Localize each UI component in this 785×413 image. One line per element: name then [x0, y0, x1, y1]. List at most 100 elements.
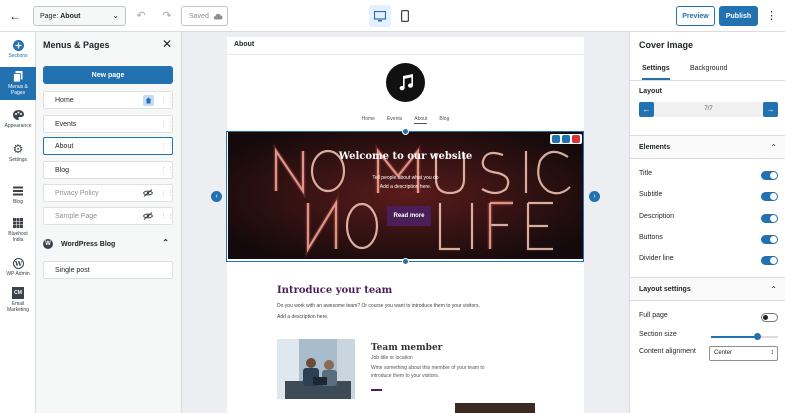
elements-section-header[interactable]: Elements ⌃	[630, 135, 785, 159]
page-item-about[interactable]: About ⋮⋮	[43, 137, 174, 155]
page-item-events[interactable]: Events ⋮⋮	[43, 115, 174, 133]
chevron-down-icon: ⌄	[112, 11, 119, 20]
pages-icon	[12, 70, 24, 82]
rail-item-appearance[interactable]: Appearance	[0, 106, 36, 138]
preview-button[interactable]: Preview	[676, 6, 715, 26]
wordpress-blog-group[interactable]: W WordPress Blog ⌃	[43, 236, 173, 252]
page-item-label: About	[55, 142, 74, 150]
drag-handle-icon[interactable]: ⋮⋮	[160, 142, 174, 151]
cover-title[interactable]: Welcome to our website	[228, 151, 583, 162]
rail-item-menus-pages[interactable]: Menus & Pages	[0, 67, 36, 100]
drag-handle-icon[interactable]: ⋮⋮	[160, 212, 174, 221]
chevron-down-icon[interactable]	[552, 135, 560, 143]
full-page-label: Full page	[639, 312, 668, 319]
office-photo-illustration	[277, 339, 355, 399]
subtitle-toggle[interactable]	[761, 192, 778, 201]
team-member-photo[interactable]	[277, 339, 355, 399]
cover-description[interactable]: Add a description here.	[228, 184, 583, 190]
page-item-privacy-policy[interactable]: Privacy Policy ⋮⋮	[43, 184, 174, 202]
page-item-sample-page[interactable]: Sample Page ⋮⋮	[43, 207, 174, 225]
undo-icon[interactable]: ↶	[134, 9, 148, 23]
chevron-updown-icon: ↕	[770, 349, 775, 356]
divider-line-toggle[interactable]	[761, 256, 778, 265]
section-size-row: Section size	[639, 331, 778, 343]
page-item-home[interactable]: Home ⋮⋮	[43, 91, 174, 109]
page-item-single-post[interactable]: Single post	[43, 261, 173, 279]
tab-background[interactable]: Background	[690, 65, 727, 72]
content-alignment-select[interactable]: Center ↕	[709, 346, 778, 361]
mobile-view-button[interactable]	[398, 5, 412, 27]
gear-icon: ⚙	[12, 142, 24, 156]
drag-handle-icon[interactable]: ⋮⋮	[160, 96, 174, 105]
nav-item-blog[interactable]: Blog	[439, 116, 449, 124]
publish-button[interactable]: Publish	[719, 6, 758, 26]
layout-value: 7/7	[704, 106, 713, 112]
rail-label: Appearance	[4, 123, 32, 129]
rail-item-blog[interactable]: Blog	[0, 182, 36, 214]
nav-item-events[interactable]: Events	[387, 116, 402, 124]
layout-settings-section-header[interactable]: Layout settings ⌃	[630, 277, 785, 301]
page-item-label: Blog	[55, 166, 70, 174]
member-name[interactable]: Team member	[371, 343, 442, 353]
cover-image-section[interactable]: Welcome to our website Tell people about…	[228, 131, 583, 259]
description-toggle[interactable]	[761, 214, 778, 223]
drag-handle-icon[interactable]: ⋮⋮	[160, 166, 174, 175]
drag-handle-icon[interactable]: ⋮⋮	[160, 189, 174, 198]
resize-handle-bottom[interactable]	[402, 258, 409, 265]
drag-handle-icon[interactable]: ⋮⋮	[160, 120, 174, 129]
slider-fill	[711, 336, 757, 338]
page-preview: About Home Events About Blog Welcome to …	[227, 37, 584, 413]
back-arrow-icon[interactable]: ←	[7, 8, 23, 24]
hidden-eye-icon	[142, 212, 154, 221]
more-options-icon[interactable]: ⋮	[766, 8, 777, 24]
element-row-title: Title	[639, 170, 778, 182]
page-heading: About	[227, 37, 584, 55]
element-row-divider-line: Divider line	[639, 255, 778, 267]
music-note-logo-icon[interactable]	[386, 63, 425, 102]
redo-icon[interactable]: ↷	[160, 9, 174, 23]
rail-item-wp-admin[interactable]: W WP Admin	[0, 254, 36, 286]
close-icon[interactable]: ✕	[162, 38, 172, 50]
team-member-photo-2[interactable]	[455, 403, 535, 413]
nav-item-home[interactable]: Home	[362, 116, 375, 124]
arrow-right-icon[interactable]: →	[763, 102, 778, 117]
page-select[interactable]: Page: About ⌄	[33, 6, 126, 26]
arrow-right-icon[interactable]: ›	[589, 191, 600, 202]
member-job-title[interactable]: Job title or location	[371, 355, 413, 361]
page-select-value: About	[60, 12, 81, 20]
chevron-up-icon: ⌃	[770, 143, 777, 152]
cm-icon: CM	[12, 287, 24, 299]
rail-item-sections[interactable]: Sections	[0, 36, 36, 68]
rail-item-bluehost-india[interactable]: Bluehost India	[0, 214, 36, 248]
team-intro-text[interactable]: Do you work with an awesome team? Or cou…	[277, 301, 537, 323]
rail-item-email-marketing[interactable]: CM Email Marketing	[0, 284, 36, 318]
nav-item-about[interactable]: About	[414, 116, 428, 124]
rail-item-settings[interactable]: ⚙ Settings	[0, 140, 36, 172]
tab-settings[interactable]: Settings	[642, 65, 670, 80]
title-toggle[interactable]	[761, 171, 778, 180]
element-label: Title	[639, 170, 652, 177]
new-page-button[interactable]: New page	[43, 66, 173, 84]
duplicate-icon[interactable]	[562, 135, 570, 143]
palette-icon	[12, 109, 24, 121]
read-more-button[interactable]: Read more	[387, 206, 431, 226]
content-alignment-label: Content alignment	[639, 348, 696, 355]
team-intro-line: Add a description here.	[277, 314, 329, 320]
member-description[interactable]: Write something about this member of you…	[371, 364, 506, 380]
team-section-title[interactable]: Introduce your team	[277, 285, 392, 296]
element-label: Subtitle	[639, 191, 663, 198]
section-size-slider[interactable]	[711, 333, 778, 340]
delete-icon[interactable]	[572, 135, 580, 143]
slider-thumb[interactable]	[753, 333, 761, 340]
desktop-view-button[interactable]	[369, 5, 391, 27]
desktop-icon	[374, 10, 386, 21]
page-item-blog[interactable]: Blog ⋮⋮	[43, 161, 174, 179]
resize-handle-top[interactable]	[402, 128, 409, 135]
arrow-left-icon[interactable]: ‹	[211, 191, 222, 202]
full-page-row: Full page	[639, 312, 778, 324]
buttons-toggle[interactable]	[761, 235, 778, 244]
saved-label: Saved	[189, 12, 209, 20]
full-page-toggle[interactable]	[761, 313, 778, 322]
cover-subtitle[interactable]: Tell people about what you do	[228, 175, 583, 181]
team-intro-line: Do you work with an awesome team? Or cou…	[277, 303, 480, 309]
